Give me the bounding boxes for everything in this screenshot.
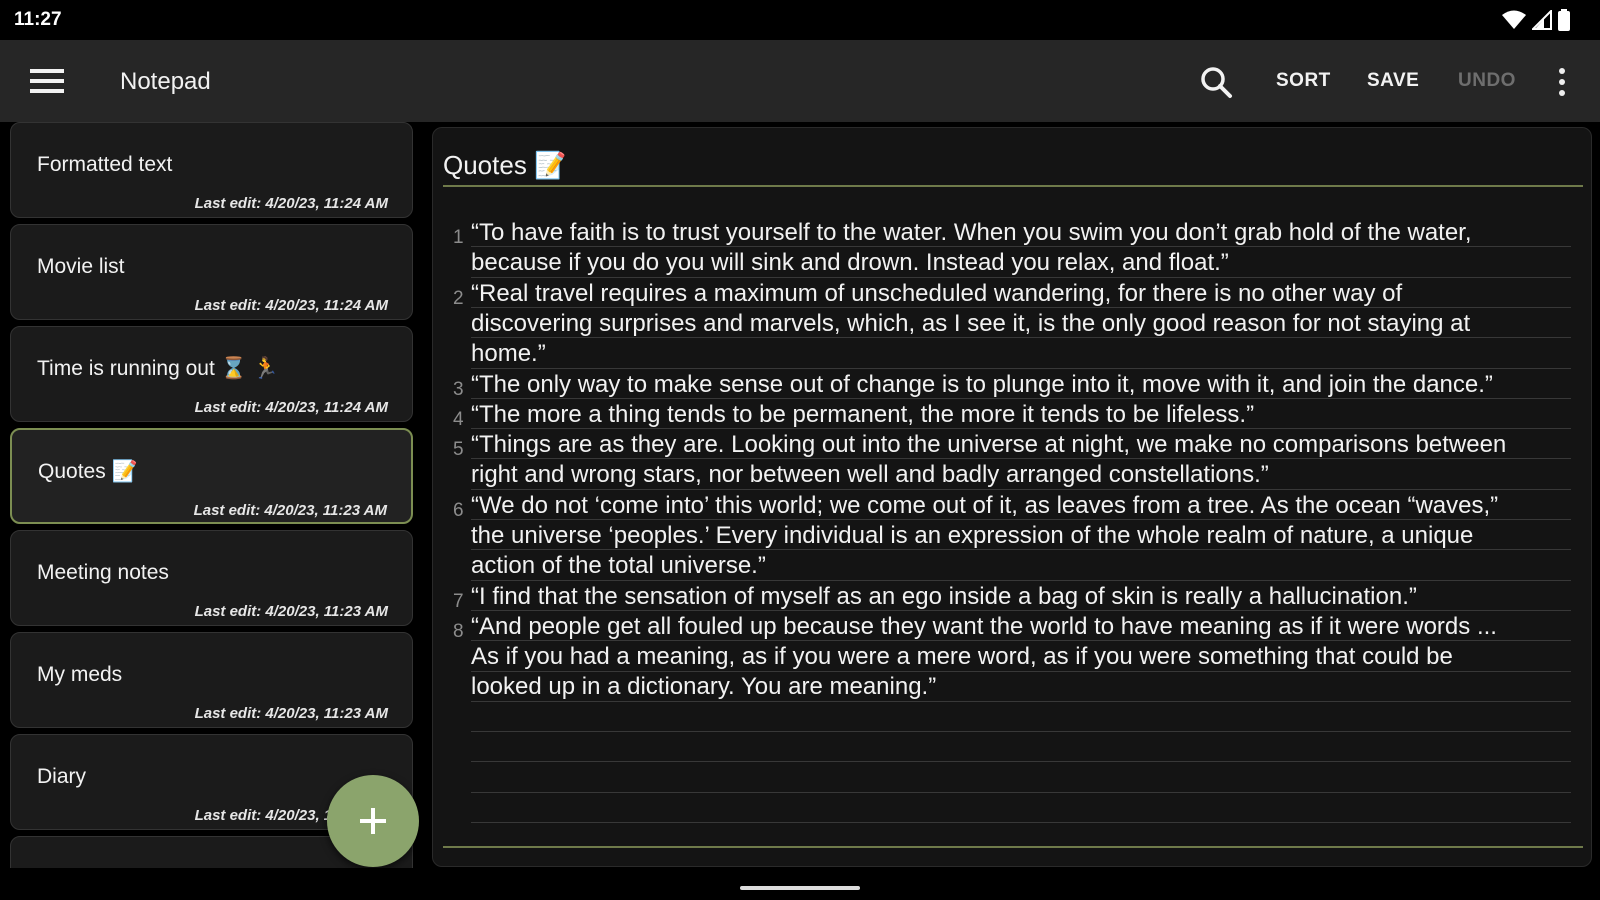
quote-line: because if you do you will sink and drow… — [471, 249, 1229, 277]
line-number: 1 — [453, 227, 464, 248]
add-note-button[interactable] — [327, 775, 419, 867]
quote-line: “Things are as they are. Looking out int… — [471, 431, 1507, 459]
quote-line: As if you had a meaning, as if you were … — [471, 643, 1453, 671]
quote-paragraph: 1 “To have faith is to trust yourself to … — [453, 218, 1591, 279]
note-card[interactable]: Movie list Last edit: 4/20/23, 11:24 AM — [10, 224, 413, 320]
status-time: 11:27 — [14, 9, 62, 30]
line-number: 5 — [453, 439, 464, 461]
quote-line: right and wrong stars, nor between well … — [471, 461, 1269, 489]
quote-line: action of the total universe.” — [471, 552, 766, 580]
quote-line: discovering surprises and marvels, which… — [471, 309, 1471, 337]
quote-line: the universe ‘peoples.’ Every individual… — [471, 521, 1474, 549]
note-card-title: My meds — [37, 663, 123, 686]
note-card-title: Formatted text — [37, 153, 173, 176]
quote-line: “The only way to make sense out of chang… — [471, 370, 1493, 398]
ruled-line — [471, 670, 1571, 672]
ruled-line — [471, 700, 1571, 702]
note-card[interactable]: My meds Last edit: 4/20/23, 11:23 AM — [10, 632, 413, 728]
ruled-line — [471, 791, 1571, 793]
quote-paragraph: 3 “The only way to make sense out of chan… — [453, 370, 1591, 400]
quote-paragraph: 6 “We do not ‘come into’ this world; we c… — [453, 491, 1591, 582]
status-bar: 11:27 — [0, 0, 1600, 40]
ruled-line — [471, 246, 1571, 248]
quote-line: “Real travel requires a maximum of unsch… — [471, 279, 1403, 307]
note-card-title: Movie list — [37, 255, 125, 278]
ruled-line — [471, 488, 1571, 490]
app-title: Notepad — [120, 68, 211, 95]
ruled-line — [471, 549, 1571, 551]
ruled-line — [471, 428, 1571, 430]
more-vert-icon[interactable] — [1552, 64, 1572, 100]
note-card-date: Last edit: 4/20/23, 11:23 AM — [193, 502, 387, 519]
quote-line: looked up in a dictionary. You are meani… — [471, 673, 937, 701]
line-number: 4 — [453, 408, 464, 430]
sort-button[interactable]: SORT — [1276, 70, 1331, 92]
battery-icon — [1558, 9, 1570, 31]
note-body[interactable]: 1 “To have faith is to trust yourself to … — [453, 218, 1591, 838]
note-card-date: Last edit: 4/20/23, 11:24 AM — [194, 195, 388, 212]
ruled-line — [471, 519, 1571, 520]
note-card-title: Time is running out ⌛ 🏃 — [37, 357, 279, 380]
note-editor[interactable]: Quotes 📝 1 “To have faith is to trust you… — [432, 127, 1592, 867]
ruled-line — [471, 367, 1571, 369]
quote-paragraph: 2 “Real travel requires a maximum of unsc… — [453, 279, 1591, 370]
quote-line: “And people get all fouled up because th… — [471, 612, 1497, 640]
ruled-line — [471, 731, 1571, 733]
ruled-line — [471, 397, 1571, 399]
add-icon — [360, 808, 386, 834]
note-card[interactable]: Time is running out ⌛ 🏃 Last edit: 4/20/2… — [10, 326, 413, 422]
ruled-line — [471, 579, 1571, 581]
quote-line: “We do not ‘come into’ this world; we co… — [471, 491, 1499, 519]
ruled-line — [471, 609, 1571, 611]
title-divider — [443, 185, 1583, 187]
menu-icon[interactable] — [28, 64, 66, 98]
note-list: Formatted text Last edit: 4/20/23, 11:24 … — [10, 122, 415, 868]
status-icons — [1502, 9, 1570, 31]
line-number: 6 — [453, 499, 464, 521]
note-card[interactable]: Formatted text Last edit: 4/20/23, 11:24 … — [10, 122, 413, 218]
note-card-date: Last edit: 4/20/23, 11:24 AM — [194, 399, 388, 416]
app-bar: Notepad SORT SAVE UNDO — [0, 40, 1600, 122]
ruled-line — [471, 276, 1571, 278]
wifi-icon — [1502, 10, 1526, 29]
ruled-line — [471, 306, 1571, 308]
bottom-divider — [443, 846, 1583, 848]
note-card[interactable]: Quotes 📝 Last edit: 4/20/23, 11:23 AM — [10, 428, 413, 524]
cellular-signal-icon — [1532, 10, 1552, 30]
note-card[interactable]: Meeting notes Last edit: 4/20/23, 11:23 A… — [10, 530, 413, 626]
quote-line: home.” — [471, 340, 546, 368]
line-number: 3 — [453, 378, 464, 400]
quote-line: “I find that the sensation of myself as … — [471, 582, 1417, 610]
line-number: 2 — [453, 287, 464, 309]
quote-paragraph: 7 “I find that the sensation of myself as… — [453, 582, 1591, 612]
note-card-title: Quotes 📝 — [38, 460, 138, 483]
note-card-date: Last edit: 4/20/23, 11:23 AM — [194, 705, 388, 722]
quote-line: “To have faith is to trust yourself to t… — [471, 219, 1472, 246]
undo-button[interactable]: UNDO — [1458, 70, 1516, 92]
ruled-line — [471, 337, 1571, 339]
quote-paragraph: 5 “Things are as they are. Looking out in… — [453, 430, 1591, 491]
ruled-line — [471, 458, 1571, 460]
note-card-date: Last edit: 4/20/23, 11:23 AM — [194, 603, 388, 620]
quote-line: “The more a thing tends to be permanent,… — [471, 400, 1255, 428]
note-card-date: Last edit: 4/20/23, 11:24 AM — [194, 297, 388, 314]
quote-paragraph: 4 “The more a thing tends to be permanent… — [453, 400, 1591, 430]
ruled-line — [471, 761, 1571, 763]
search-icon[interactable] — [1196, 62, 1236, 102]
save-button[interactable]: SAVE — [1367, 70, 1419, 92]
ruled-line — [471, 640, 1571, 642]
quote-paragraph: 8 “And people get all fouled up because t… — [453, 612, 1591, 703]
home-indicator[interactable] — [740, 886, 860, 890]
ruled-line — [471, 822, 1571, 823]
note-card-title: Diary — [37, 765, 87, 788]
line-number: 8 — [453, 620, 464, 642]
note-title-field[interactable]: Quotes 📝 — [443, 150, 566, 181]
line-number: 7 — [453, 590, 464, 612]
note-card-title: Meeting notes — [37, 561, 169, 584]
